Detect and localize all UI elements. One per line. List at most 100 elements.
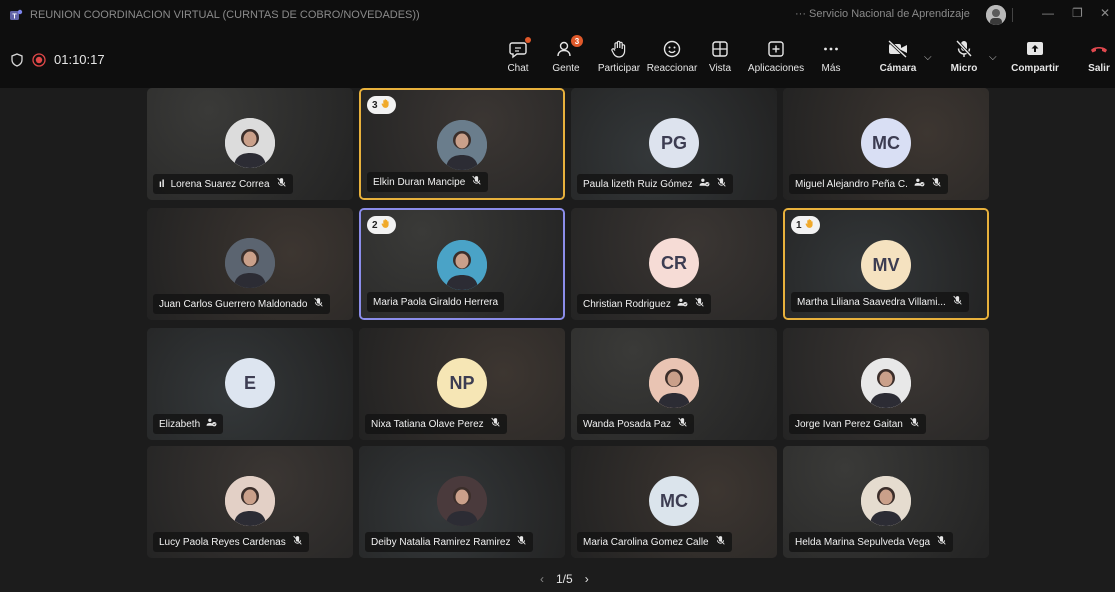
- raised-hand-badge: 2: [367, 216, 396, 234]
- participant-name: Maria Paola Giraldo Herrera: [373, 296, 499, 308]
- participant-nametag: Jorge Ivan Perez Gaitan: [789, 414, 926, 434]
- participant-nametag: Wanda Posada Paz: [577, 414, 695, 434]
- participant-name: Elizabeth: [159, 418, 201, 430]
- next-page-chevron-icon[interactable]: ›: [585, 572, 589, 586]
- participant-tile[interactable]: E Elizabeth: [147, 328, 353, 440]
- raised-hand-order: 3: [372, 99, 378, 111]
- hang-up-icon: [1089, 38, 1109, 60]
- participant-nametag: Christian Rodriguez: [577, 294, 711, 314]
- people-icon: 3: [556, 35, 583, 60]
- participant-tile[interactable]: Deiby Natalia Ramirez Ramirez: [359, 446, 565, 558]
- mic-muted-icon: [313, 297, 324, 311]
- share-button[interactable]: Compartir: [1010, 38, 1060, 82]
- participant-nametag: Maria Paola Giraldo Herrera: [367, 292, 505, 312]
- participant-tile[interactable]: Jorge Ivan Perez Gaitan: [783, 328, 989, 440]
- participant-name: Wanda Posada Paz: [583, 418, 672, 430]
- participant-nametag: Elizabeth: [153, 414, 224, 434]
- avatar-photo: [437, 120, 487, 170]
- more-icon: [821, 38, 841, 60]
- participant-name: Deiby Natalia Ramirez Ramirez: [371, 536, 511, 548]
- shield-icon: [11, 52, 23, 67]
- participant-nametag: Lucy Paola Reyes Cardenas: [153, 532, 309, 552]
- participant-nametag: Miguel Alejandro Peña C.: [789, 174, 948, 194]
- participant-tile[interactable]: 3 Elkin Duran Mancipe: [359, 88, 565, 200]
- participant-name: Lucy Paola Reyes Cardenas: [159, 536, 286, 548]
- raised-hand-order: 2: [372, 219, 378, 231]
- meeting-toolbar: 01:10:17 Chat 3 Gente Participar Reaccio…: [0, 30, 1115, 88]
- mic-muted-icon: [694, 297, 705, 311]
- camera-button[interactable]: Cámara: [878, 38, 918, 82]
- chat-icon: [508, 37, 531, 60]
- participant-nametag: Helda Marina Sepulveda Vega: [789, 532, 954, 552]
- page-indicator: 1/5: [556, 572, 573, 586]
- add-app-icon: [766, 38, 786, 60]
- restore-icon[interactable]: ❐: [1072, 6, 1083, 20]
- participant-name: Maria Carolina Gomez Calle: [583, 536, 709, 548]
- avatar-initials: MC: [649, 476, 699, 526]
- avatar-initials: MC: [861, 118, 911, 168]
- participant-tile[interactable]: Helda Marina Sepulveda Vega: [783, 446, 989, 558]
- raised-hand-icon: [380, 218, 391, 232]
- mic-button[interactable]: Micro: [948, 38, 980, 82]
- participant-tile[interactable]: PG Paula lizeth Ruiz Gómez: [571, 88, 777, 200]
- mic-muted-icon: [716, 177, 727, 191]
- avatar-photo: [437, 476, 487, 526]
- mic-muted-icon: [516, 535, 527, 549]
- apps-button[interactable]: Aplicaciones: [748, 38, 804, 82]
- participant-name: Paula lizeth Ruiz Gómez: [583, 178, 693, 190]
- participant-tile[interactable]: NP Nixa Tatiana Olave Perez: [359, 328, 565, 440]
- close-icon[interactable]: ✕: [1100, 6, 1110, 20]
- emoji-icon: [662, 38, 682, 60]
- participant-nametag: Juan Carlos Guerrero Maldonado: [153, 294, 331, 314]
- people-button[interactable]: 3 Gente: [551, 35, 583, 82]
- external-guest-icon: [699, 177, 710, 191]
- participant-nametag: Deiby Natalia Ramirez Ramirez: [365, 532, 534, 552]
- prev-page-chevron-icon[interactable]: ‹: [540, 572, 544, 586]
- leave-button[interactable]: Salir: [1086, 38, 1112, 82]
- avatar-photo: [437, 240, 487, 290]
- participant-tile[interactable]: Lucy Paola Reyes Cardenas: [147, 446, 353, 558]
- participant-tile[interactable]: MC Maria Carolina Gomez Calle: [571, 446, 777, 558]
- participant-tile[interactable]: 2 Maria Paola Giraldo Herrera: [359, 208, 565, 320]
- participant-tile[interactable]: 1 MV Martha Liliana Saavedra Villami...: [783, 208, 989, 320]
- mic-muted-icon: [490, 417, 501, 431]
- participant-nametag: Martha Liliana Saavedra Villami...: [791, 292, 969, 312]
- participant-name: Christian Rodriguez: [583, 298, 671, 310]
- participant-name: Martha Liliana Saavedra Villami...: [797, 296, 946, 308]
- video-grid: ıl Lorena Suarez Correa 3 Elkin Duran Manci…: [0, 88, 1115, 592]
- avatar-initials: NP: [437, 358, 487, 408]
- participant-tile[interactable]: MC Miguel Alejandro Peña C.: [783, 88, 989, 200]
- organization-label[interactable]: ··· Servicio Nacional de Aprendizaje: [795, 8, 970, 20]
- participant-name: Juan Carlos Guerrero Maldonado: [159, 298, 308, 310]
- avatar-photo: [861, 358, 911, 408]
- participant-tile[interactable]: Wanda Posada Paz: [571, 328, 777, 440]
- avatar-photo: [225, 118, 275, 168]
- participant-tile[interactable]: ıl Lorena Suarez Correa: [147, 88, 353, 200]
- view-button[interactable]: Vista: [707, 38, 733, 82]
- participant-tile[interactable]: CR Christian Rodriguez: [571, 208, 777, 320]
- external-guest-icon: [677, 297, 688, 311]
- camera-off-icon: [887, 38, 909, 60]
- mic-muted-icon: [715, 535, 726, 549]
- window-title: REUNION COORDINACION VIRTUAL (CURNTAS DE…: [30, 9, 420, 21]
- participant-nametag: ıl Lorena Suarez Correa: [153, 174, 293, 194]
- share-screen-icon: [1025, 38, 1045, 60]
- camera-options-chevron-icon[interactable]: ⌵: [924, 52, 932, 63]
- react-button[interactable]: Reaccionar: [645, 38, 699, 82]
- hand-icon: [609, 38, 629, 60]
- more-button[interactable]: Más: [818, 38, 844, 82]
- signal-strength-icon: ıl: [159, 178, 165, 190]
- people-count-badge: 3: [571, 35, 583, 47]
- profile-avatar[interactable]: [986, 5, 1006, 25]
- chat-button[interactable]: Chat: [505, 37, 531, 82]
- recording-status: 01:10:17: [10, 52, 105, 67]
- pagination: ‹ 1/5 ›: [540, 572, 589, 586]
- participant-tile[interactable]: Juan Carlos Guerrero Maldonado: [147, 208, 353, 320]
- raise-hand-button[interactable]: Participar: [597, 38, 641, 82]
- raised-hand-badge: 3: [367, 96, 396, 114]
- avatar-photo: [861, 476, 911, 526]
- mic-options-chevron-icon[interactable]: ⌵: [989, 52, 997, 63]
- call-timer: 01:10:17: [54, 52, 105, 67]
- minimize-icon[interactable]: —: [1042, 6, 1054, 20]
- raised-hand-icon: [380, 98, 391, 112]
